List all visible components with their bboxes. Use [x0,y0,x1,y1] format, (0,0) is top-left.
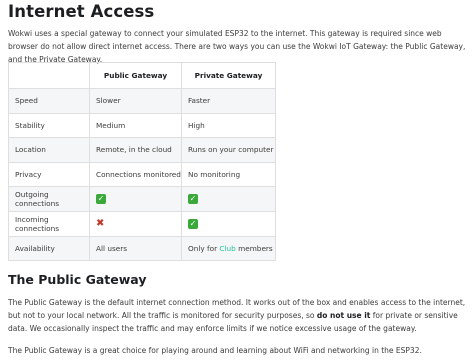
private-cell: Faster [181,88,276,114]
row-label: Outgoing connections [8,186,90,212]
emphasis-text: do not use it [316,311,371,320]
comparison-table: Public Gateway Private Gateway Speed Slo… [8,62,276,262]
private-cell: No monitoring [181,161,276,188]
public-gateway-paragraph: The Public Gateway is the default intern… [8,296,466,335]
table-row: Incoming connections ✖ ✓ [8,210,276,237]
public-gateway-summary: The Public Gateway is a great choice for… [8,346,422,355]
private-cell: ✓ [181,210,276,237]
row-label: Speed [8,88,90,114]
public-cell: Medium [89,112,182,139]
section-heading: The Public Gateway [8,272,147,287]
table-row: Stability Medium High [8,112,276,139]
public-cell: ✓ [89,186,182,212]
header-private-gateway: Private Gateway [181,62,276,89]
check-icon: ✓ [188,194,198,205]
public-cell: Remote, in the cloud [89,137,182,163]
private-cell: Runs on your computer [181,137,276,163]
public-cell: ✖ [89,210,182,237]
public-cell: All users [89,235,182,262]
private-cell: ✓ [181,186,276,212]
table-row: Availability All users Only for Club mem… [8,235,276,262]
row-label: Stability [8,112,90,139]
cross-icon: ✖ [96,217,105,229]
check-icon: ✓ [188,218,198,229]
row-label: Location [8,137,90,163]
table-row: Privacy Connections monitored No monitor… [8,161,276,188]
check-icon: ✓ [96,194,106,205]
table-header-row: Public Gateway Private Gateway [8,62,276,89]
availability-prefix: Only for [188,243,220,253]
availability-suffix: members [235,243,273,253]
club-link[interactable]: Club [219,244,235,253]
row-label: Availability [8,235,90,262]
row-label: Incoming connections [8,210,90,237]
table-row: Location Remote, in the cloud Runs on yo… [8,137,276,163]
table-row: Outgoing connections ✓ ✓ [8,186,276,212]
private-cell: High [181,112,276,139]
page-title: Internet Access [8,2,155,21]
header-empty [8,62,90,89]
header-public-gateway: Public Gateway [89,62,182,89]
public-cell: Slower [89,88,182,114]
public-cell: Connections monitored [89,161,182,188]
table-row: Speed Slower Faster [8,88,276,114]
private-cell: Only for Club members [181,235,276,262]
row-label: Privacy [8,161,90,188]
intro-paragraph: Wokwi uses a special gateway to connect … [8,29,466,64]
